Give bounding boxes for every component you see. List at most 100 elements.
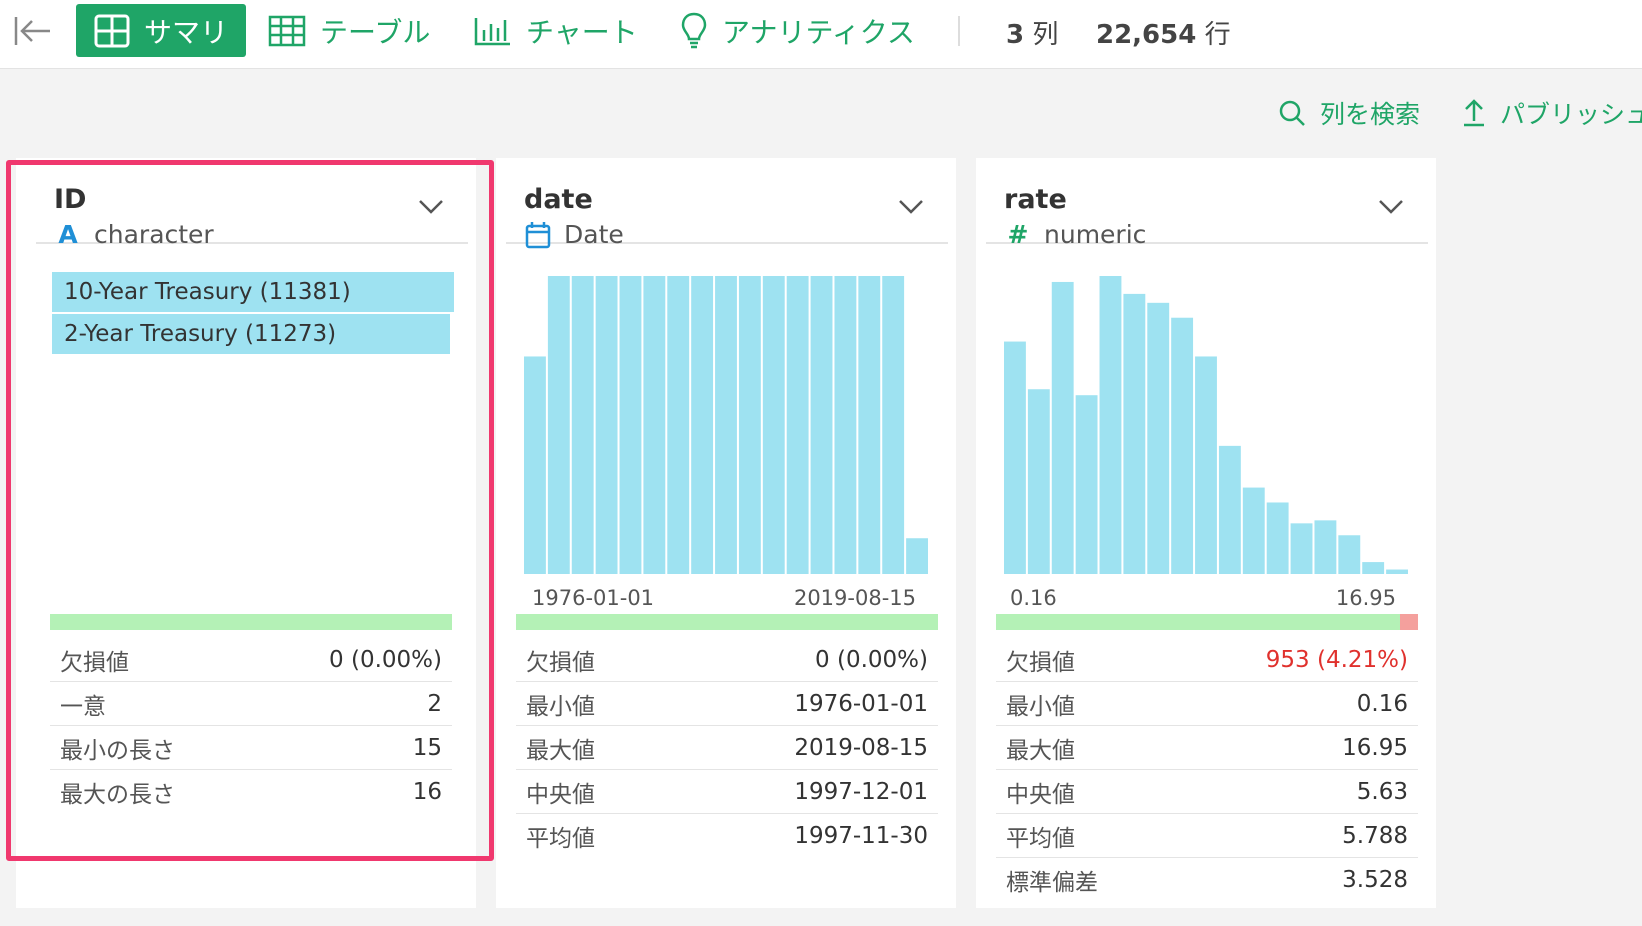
histogram-bar[interactable]	[834, 276, 857, 574]
character-type-icon: A	[58, 220, 78, 249]
stat-label: 欠損値	[1006, 649, 1075, 676]
stat-row: 平均値 5.788	[996, 814, 1418, 858]
stat-value: 0 (0.00%)	[329, 646, 442, 673]
histogram-bar[interactable]	[786, 276, 809, 574]
stat-row: 平均値 1997-11-30	[516, 814, 938, 858]
histogram-bar[interactable]	[595, 276, 618, 574]
stat-row: 標準偏差 3.528	[996, 858, 1418, 902]
upload-icon	[1464, 99, 1484, 127]
publish-label: パブリッシュ	[1500, 100, 1642, 129]
histogram-bar[interactable]	[691, 276, 714, 574]
missing-segment	[1400, 614, 1418, 630]
histogram-bar[interactable]	[738, 276, 761, 574]
column-type: A character	[54, 220, 213, 249]
chevron-down-icon[interactable]	[896, 194, 926, 218]
axis-max-label: 16.95	[1335, 586, 1396, 610]
histogram-bar[interactable]	[547, 276, 570, 574]
column-type: # numeric	[1004, 220, 1147, 249]
stat-label: 中央値	[1006, 781, 1075, 808]
search-columns-button[interactable]: 列を検索	[1278, 93, 1420, 133]
histogram-bar[interactable]	[1123, 293, 1146, 574]
column-name: ID	[54, 184, 87, 215]
axis-min-label: 0.16	[1010, 586, 1057, 610]
histogram-bar[interactable]	[1314, 520, 1337, 574]
histogram-bar[interactable]	[1290, 523, 1313, 574]
histogram-bar[interactable]	[1386, 569, 1408, 574]
stat-value: 2	[427, 690, 442, 717]
tab-summary-label: サマリ	[144, 15, 229, 49]
column-name: date	[524, 184, 593, 215]
row-count-value: 22,654	[1096, 20, 1197, 50]
tab-chart-label: チャート	[526, 15, 638, 49]
search-icon	[1279, 100, 1305, 126]
column-header: ID A character	[36, 172, 468, 249]
histogram-bar[interactable]	[906, 538, 928, 574]
tab-summary[interactable]: サマリ	[76, 4, 247, 57]
histogram-bar[interactable]	[571, 276, 594, 574]
top-value-bar[interactable]: 2-Year Treasury (11273)	[52, 314, 450, 354]
column-header: date Date	[506, 172, 948, 249]
tab-chart[interactable]: チャート	[474, 4, 638, 57]
top-value-bar[interactable]: 10-Year Treasury (11381)	[52, 272, 454, 312]
stat-value: 16	[412, 779, 442, 805]
chevron-down-icon[interactable]	[1376, 194, 1406, 218]
stat-value: 1997-12-01	[794, 778, 928, 805]
histogram-bar[interactable]	[810, 276, 833, 574]
histogram-bar[interactable]	[619, 276, 642, 574]
numeric-type-icon: #	[1007, 220, 1029, 249]
stat-value: 953 (4.21%)	[1265, 646, 1408, 673]
collapse-left-icon[interactable]	[12, 14, 52, 48]
histogram-bar[interactable]	[882, 276, 905, 574]
top-value-label: 2-Year Treasury (11273)	[64, 321, 337, 347]
histogram-bar[interactable]	[1362, 562, 1385, 574]
stats-table: 欠損値 953 (4.21%) 最小値 0.16 最大値 16.95 中央値 5…	[996, 638, 1418, 902]
histogram-bar[interactable]	[1027, 389, 1050, 574]
toolbar-divider	[958, 16, 960, 46]
histogram-bar[interactable]	[643, 276, 666, 574]
stat-value: 5.63	[1356, 778, 1408, 805]
histogram-bar[interactable]	[1099, 276, 1122, 574]
column-count-unit: 列	[1032, 20, 1059, 50]
column-type: Date	[524, 220, 624, 249]
histogram-bar[interactable]	[762, 276, 785, 574]
histogram-bar[interactable]	[1218, 445, 1241, 574]
row-count-unit: 行	[1204, 20, 1231, 50]
column-type-label: numeric	[1044, 220, 1147, 249]
histogram-bar[interactable]	[667, 276, 690, 574]
histogram-bar[interactable]	[1266, 502, 1289, 574]
histogram-bar[interactable]	[1051, 281, 1074, 574]
stat-row: 中央値 5.63	[996, 770, 1418, 814]
stat-label: 最大の長さ	[60, 782, 175, 808]
column-type-label: Date	[564, 220, 624, 249]
stat-value: 0 (0.00%)	[815, 646, 928, 673]
stat-row: 中央値 1997-12-01	[516, 770, 938, 814]
stat-value: 16.95	[1342, 734, 1408, 761]
tab-table[interactable]: テーブル	[268, 4, 430, 57]
stat-row: 欠損値 0 (0.00%)	[516, 638, 938, 682]
histogram-bar[interactable]	[1242, 487, 1265, 574]
histogram-bar[interactable]	[1075, 395, 1098, 574]
stat-row: 欠損値 0 (0.00%)	[50, 638, 452, 682]
grid-icon	[94, 14, 130, 47]
row-count: 22,654 行	[1096, 14, 1231, 51]
stat-label: 最小値	[526, 693, 595, 720]
tab-analytics[interactable]: アナリティクス	[680, 4, 915, 57]
stat-label: 中央値	[526, 781, 595, 808]
column-card-date: date Date 1976-01-01 2019-08-15 欠損値 0 (0…	[496, 158, 956, 908]
chevron-down-icon[interactable]	[416, 194, 446, 218]
histogram-bar[interactable]	[1171, 317, 1194, 574]
histogram-bar[interactable]	[858, 276, 881, 574]
histogram-bar[interactable]	[1147, 302, 1170, 574]
histogram-bar[interactable]	[1338, 535, 1361, 574]
tab-analytics-label: アナリティクス	[722, 15, 915, 49]
histogram-bar[interactable]	[524, 356, 546, 574]
histogram-bar[interactable]	[1004, 341, 1026, 574]
publish-button[interactable]: パブリッシュ	[1462, 93, 1642, 133]
histogram-bar[interactable]	[1195, 356, 1217, 574]
stat-value: 3.528	[1342, 867, 1408, 893]
stat-value: 1997-11-30	[794, 823, 928, 849]
histogram-bar[interactable]	[715, 276, 737, 574]
calendar-icon	[525, 221, 551, 248]
stat-label: 最小の長さ	[60, 737, 175, 764]
tab-table-label: テーブル	[320, 15, 431, 49]
